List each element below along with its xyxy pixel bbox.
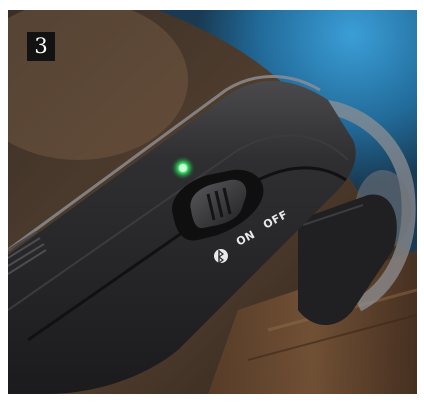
step-number-badge: 3 — [27, 32, 55, 61]
bluetooth-icon — [214, 249, 228, 265]
photo-illustration — [8, 10, 417, 394]
product-photo: ON OFF — [8, 10, 417, 394]
